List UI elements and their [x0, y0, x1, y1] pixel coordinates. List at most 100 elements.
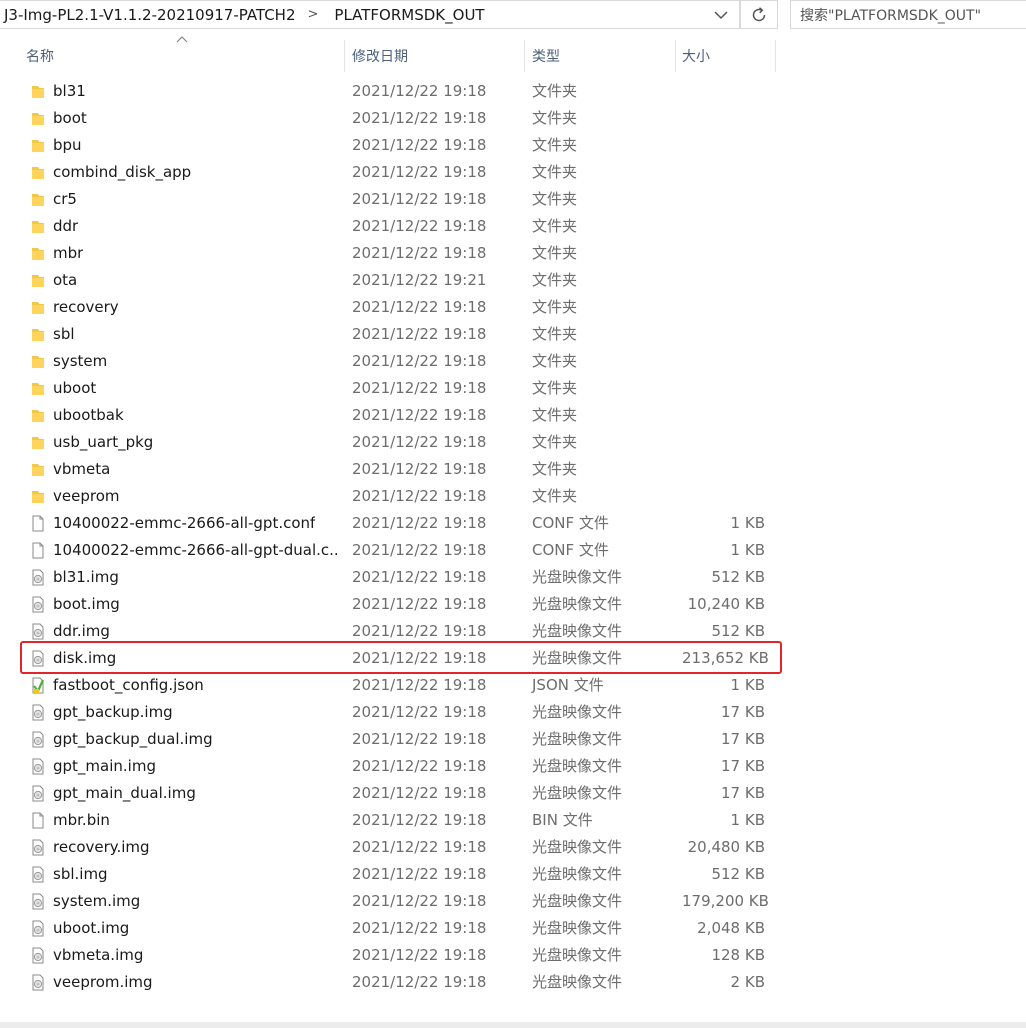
column-divider[interactable] [775, 40, 776, 72]
file-row[interactable]: 10400022-emmc-2666-all-gpt.conf 2021/12/… [0, 510, 800, 537]
file-type: 文件夹 [532, 136, 578, 154]
file-name: sbl.img [53, 865, 108, 883]
file-type: 光盘映像文件 [532, 757, 623, 775]
file-row[interactable]: bl31 2021/12/22 19:18 文件夹 [0, 78, 800, 105]
file-type: 光盘映像文件 [532, 973, 623, 991]
file-row[interactable]: fastboot_config.json 2021/12/22 19:18 JS… [0, 672, 800, 699]
file-size: 512 KB [711, 865, 765, 883]
file-date: 2021/12/22 19:18 [352, 757, 487, 775]
disc-image-icon [30, 947, 46, 964]
column-divider[interactable] [344, 40, 345, 72]
file-type: 文件夹 [532, 406, 578, 424]
file-row[interactable]: system 2021/12/22 19:18 文件夹 [0, 348, 800, 375]
file-name: vbmeta [53, 460, 111, 478]
folder-icon [30, 299, 46, 316]
file-row[interactable]: gpt_main_dual.img 2021/12/22 19:18 光盘映像文… [0, 780, 800, 807]
breadcrumb-current[interactable]: PLATFORMSDK_OUT [330, 6, 484, 24]
address-bar[interactable]: J3-Img-PL2.1-V1.1.2-20210917-PATCH2 > PL… [0, 0, 740, 29]
file-row[interactable]: gpt_backup_dual.img 2021/12/22 19:18 光盘映… [0, 726, 800, 753]
file-name: veeprom.img [53, 973, 153, 991]
file-row[interactable]: sbl.img 2021/12/22 19:18 光盘映像文件 512 KB [0, 861, 800, 888]
file-date: 2021/12/22 19:18 [352, 514, 487, 532]
file-type: 文件夹 [532, 487, 578, 505]
file-name: ubootbak [53, 406, 124, 424]
file-name: bpu [53, 136, 82, 154]
file-date: 2021/12/22 19:18 [352, 811, 487, 829]
file-type: 文件夹 [532, 325, 578, 343]
file-date: 2021/12/22 19:18 [352, 730, 487, 748]
file-row[interactable]: system.img 2021/12/22 19:18 光盘映像文件 179,2… [0, 888, 800, 915]
file-row[interactable]: mbr 2021/12/22 19:18 文件夹 [0, 240, 800, 267]
file-row[interactable]: uboot 2021/12/22 19:18 文件夹 [0, 375, 800, 402]
file-row[interactable]: ota 2021/12/22 19:21 文件夹 [0, 267, 800, 294]
file-row[interactable]: veeprom.img 2021/12/22 19:18 光盘映像文件 2 KB [0, 969, 800, 996]
column-header-date[interactable]: 修改日期 [352, 40, 524, 72]
column-divider[interactable] [675, 40, 676, 72]
chevron-down-icon[interactable] [706, 1, 736, 30]
file-row[interactable]: recovery 2021/12/22 19:18 文件夹 [0, 294, 800, 321]
file-name: bl31 [53, 82, 86, 100]
column-header-name[interactable]: 名称 [26, 40, 344, 72]
column-divider[interactable] [524, 40, 525, 72]
disc-image-icon [30, 596, 46, 613]
file-row[interactable]: sbl 2021/12/22 19:18 文件夹 [0, 321, 800, 348]
file-icon [30, 542, 46, 559]
file-name: system [53, 352, 108, 370]
file-name: bl31.img [53, 568, 119, 586]
file-row[interactable]: 10400022-emmc-2666-all-gpt-dual.c... 202… [0, 537, 800, 564]
file-name: system.img [53, 892, 141, 910]
file-row[interactable]: usb_uart_pkg 2021/12/22 19:18 文件夹 [0, 429, 800, 456]
file-type: 光盘映像文件 [532, 865, 623, 883]
file-row[interactable]: combind_disk_app 2021/12/22 19:18 文件夹 [0, 159, 800, 186]
file-name: gpt_main.img [53, 757, 156, 775]
file-date: 2021/12/22 19:18 [352, 487, 487, 505]
file-row[interactable]: uboot.img 2021/12/22 19:18 光盘映像文件 2,048 … [0, 915, 800, 942]
bottom-edge [0, 1022, 1026, 1028]
file-date: 2021/12/22 19:18 [352, 109, 487, 127]
disc-image-icon [30, 893, 46, 910]
column-header-size[interactable]: 大小 [682, 40, 774, 72]
folder-icon [30, 245, 46, 262]
file-type: 文件夹 [532, 271, 578, 289]
file-row[interactable]: boot 2021/12/22 19:18 文件夹 [0, 105, 800, 132]
column-header-type[interactable]: 类型 [532, 40, 675, 72]
file-name: ota [53, 271, 78, 289]
file-type: 光盘映像文件 [532, 730, 623, 748]
file-type: 文件夹 [532, 109, 578, 127]
breadcrumb-parent[interactable]: J3-Img-PL2.1-V1.1.2-20210917-PATCH2 [0, 6, 296, 24]
folder-icon [30, 191, 46, 208]
file-date: 2021/12/22 19:18 [352, 838, 487, 856]
file-row[interactable]: vbmeta.img 2021/12/22 19:18 光盘映像文件 128 K… [0, 942, 800, 969]
file-name: fastboot_config.json [53, 676, 204, 694]
file-date: 2021/12/22 19:18 [352, 325, 487, 343]
file-row[interactable]: vbmeta 2021/12/22 19:18 文件夹 [0, 456, 800, 483]
file-row[interactable]: veeprom 2021/12/22 19:18 文件夹 [0, 483, 800, 510]
file-row[interactable]: gpt_main.img 2021/12/22 19:18 光盘映像文件 17 … [0, 753, 800, 780]
file-date: 2021/12/22 19:18 [352, 865, 487, 883]
file-row[interactable]: recovery.img 2021/12/22 19:18 光盘映像文件 20,… [0, 834, 800, 861]
file-row[interactable]: cr5 2021/12/22 19:18 文件夹 [0, 186, 800, 213]
file-row[interactable]: mbr.bin 2021/12/22 19:18 BIN 文件 1 KB [0, 807, 800, 834]
file-row[interactable]: bpu 2021/12/22 19:18 文件夹 [0, 132, 800, 159]
folder-icon [30, 83, 46, 100]
file-row[interactable]: ubootbak 2021/12/22 19:18 文件夹 [0, 402, 800, 429]
search-placeholder: 搜索"PLATFORMSDK_OUT" [800, 7, 982, 24]
file-date: 2021/12/22 19:18 [352, 244, 487, 262]
file-row[interactable]: gpt_backup.img 2021/12/22 19:18 光盘映像文件 1… [0, 699, 800, 726]
file-date: 2021/12/22 19:18 [352, 298, 487, 316]
file-type: 文件夹 [532, 460, 578, 478]
file-row[interactable]: ddr 2021/12/22 19:18 文件夹 [0, 213, 800, 240]
file-size: 1 KB [730, 811, 765, 829]
file-size: 1 KB [730, 676, 765, 694]
search-input[interactable]: 搜索"PLATFORMSDK_OUT" [790, 0, 1026, 29]
disc-image-icon [30, 731, 46, 748]
file-row[interactable]: boot.img 2021/12/22 19:18 光盘映像文件 10,240 … [0, 591, 800, 618]
refresh-button[interactable] [740, 0, 778, 29]
disc-image-icon [30, 974, 46, 991]
file-date: 2021/12/22 19:18 [352, 352, 487, 370]
file-row[interactable]: bl31.img 2021/12/22 19:18 光盘映像文件 512 KB [0, 564, 800, 591]
file-size: 17 KB [721, 703, 765, 721]
file-name: recovery.img [53, 838, 150, 856]
file-type: 文件夹 [532, 433, 578, 451]
disc-image-icon [30, 866, 46, 883]
